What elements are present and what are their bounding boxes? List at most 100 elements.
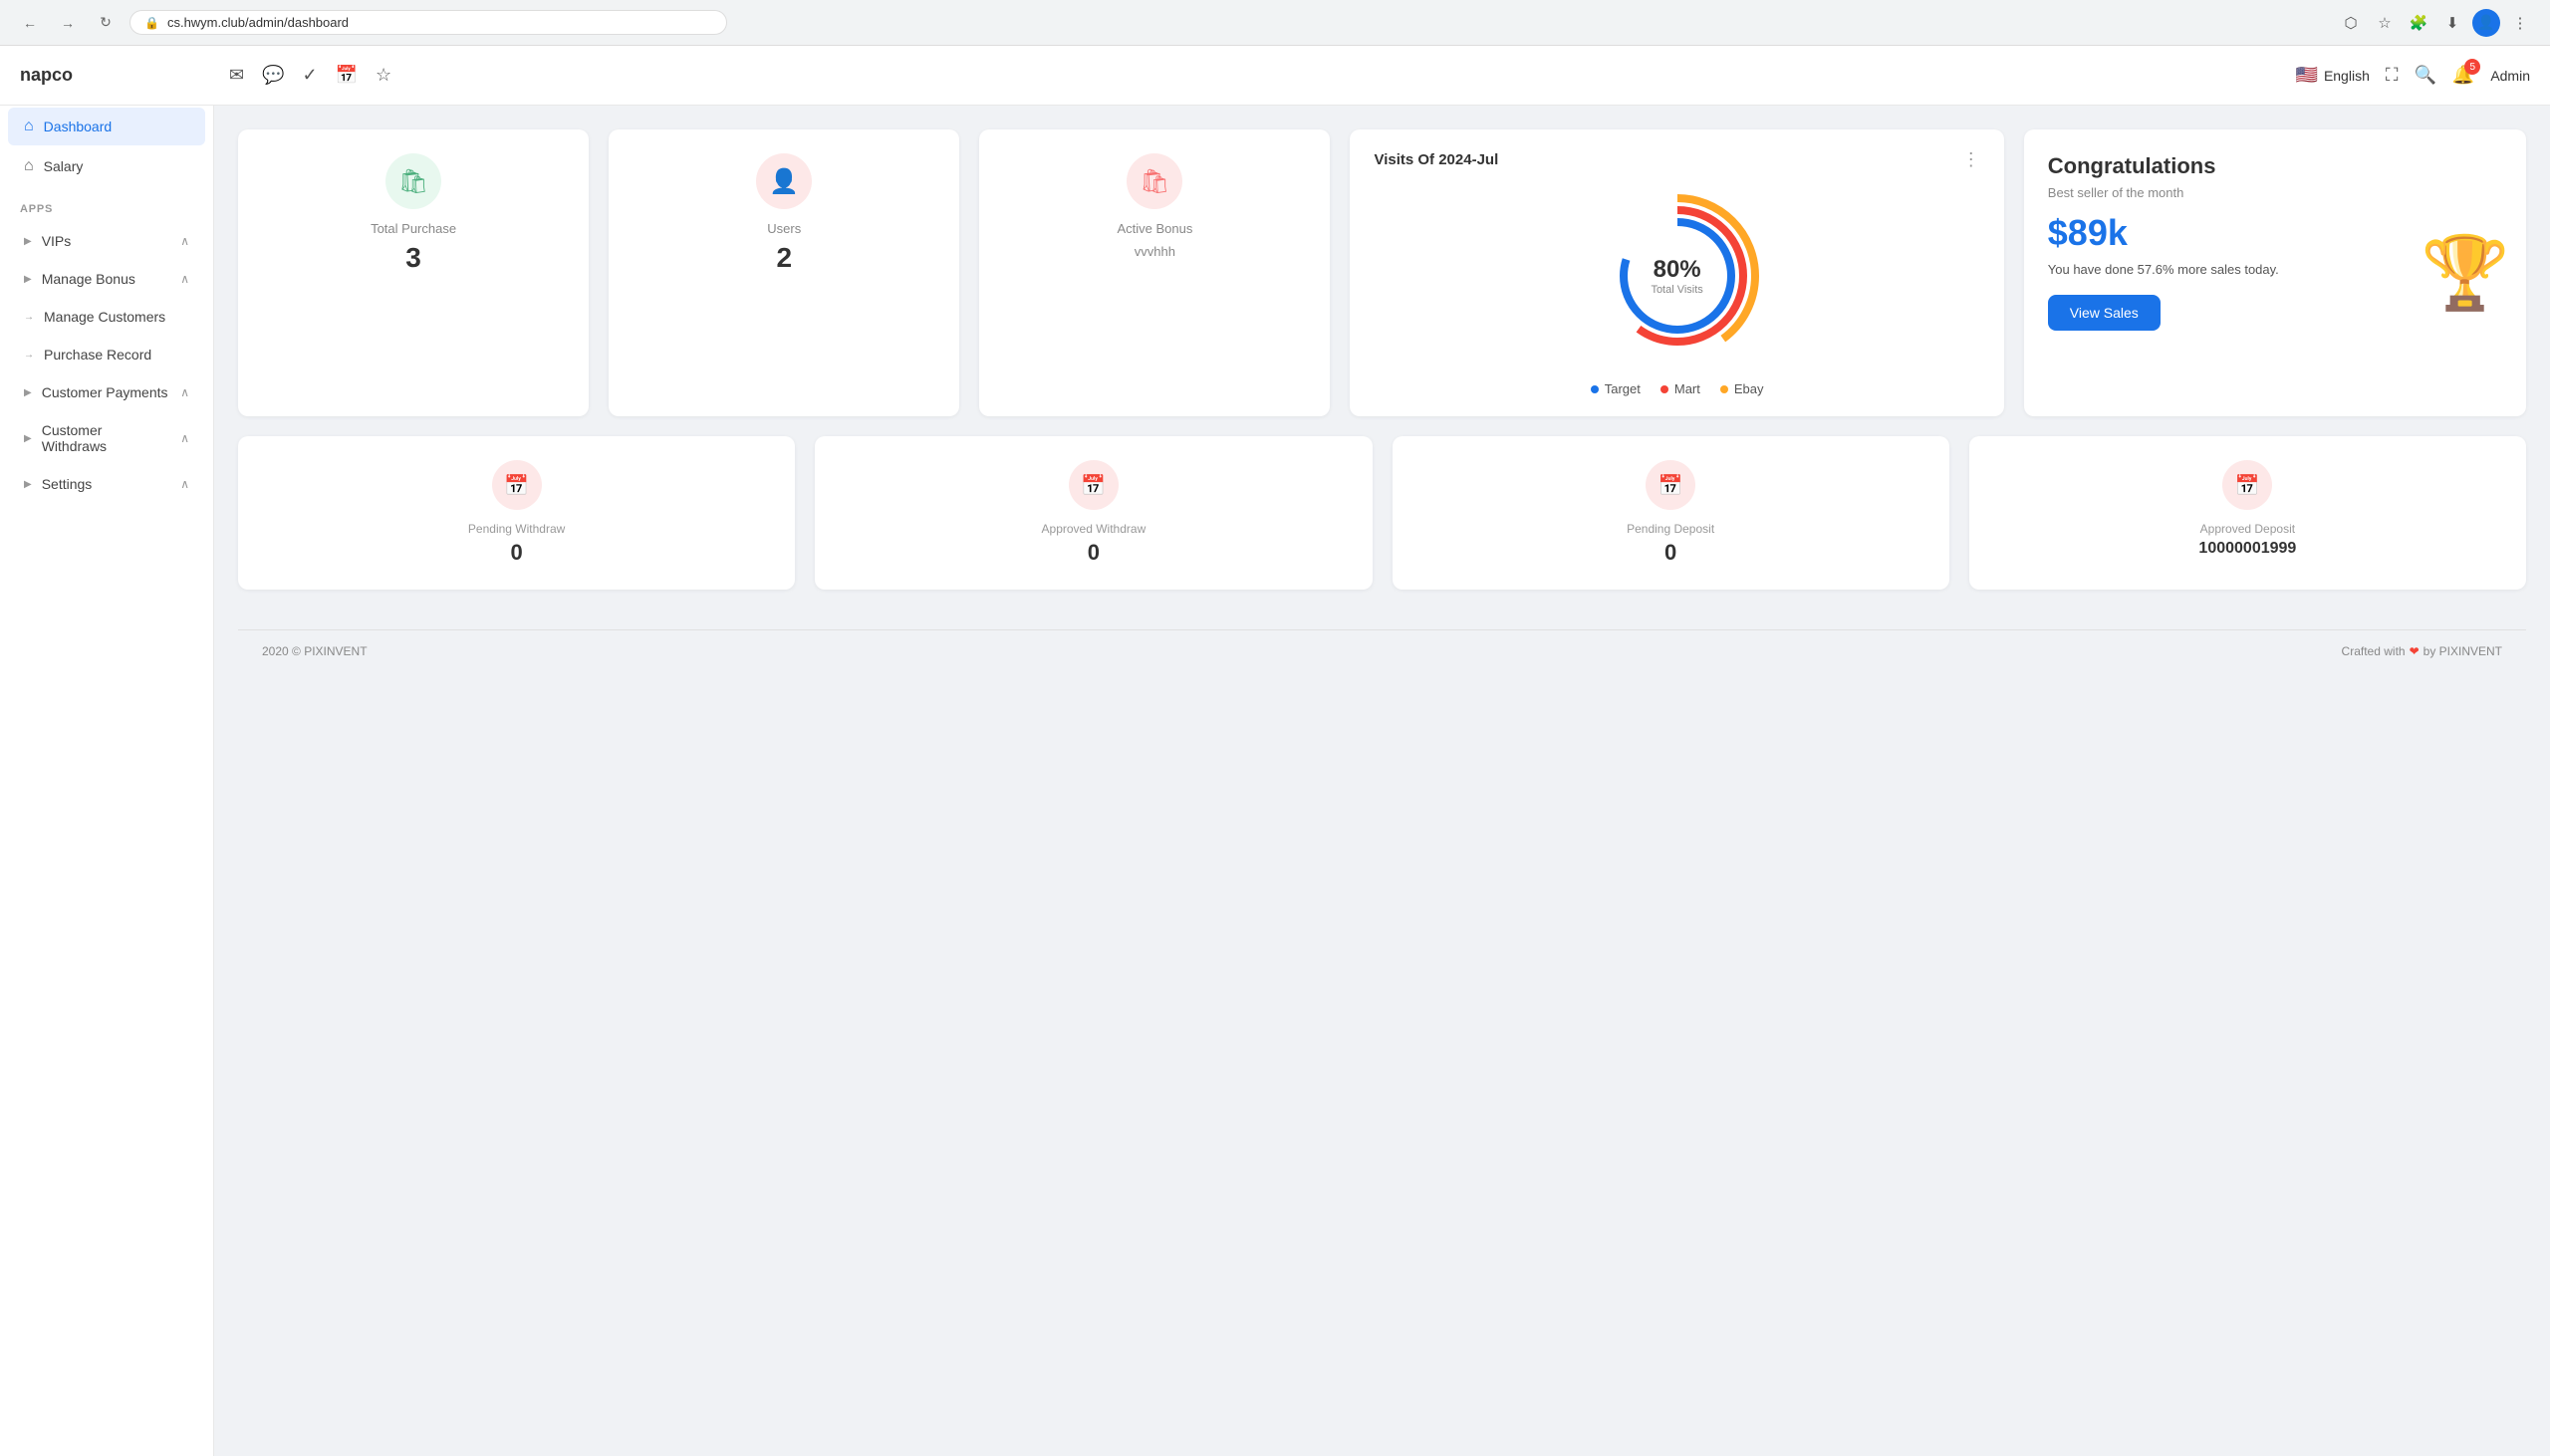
sidebar-item-manage-customers[interactable]: → Manage Customers: [8, 299, 205, 335]
sidebar-item-label: Purchase Record: [44, 347, 189, 363]
congratulations-card: Congratulations Best seller of the month…: [2024, 129, 2526, 416]
active-bonus-card: 🛍 Active Bonus vvvhhh: [979, 129, 1330, 416]
shopping-bag-icon: 🛍: [398, 167, 428, 196]
sidebar-item-manage-bonus[interactable]: ▶ Manage Bonus ∧: [8, 261, 205, 297]
language-selector[interactable]: 🇺🇸 English: [2296, 65, 2370, 86]
chevron-up-icon: ∧: [180, 385, 189, 399]
play-icon: ▶: [24, 479, 32, 490]
approved-deposit-icon-circle: 📅: [2222, 460, 2272, 510]
address-bar[interactable]: 🔒 cs.hwym.club/admin/dashboard: [129, 10, 727, 35]
approved-withdraw-label: Approved Withdraw: [1042, 522, 1147, 536]
header-icons: ✉ 💬 ✓ 📅 ☆: [229, 65, 2296, 86]
more-button[interactable]: ⋮: [2506, 9, 2534, 37]
ebay-label: Ebay: [1734, 381, 1764, 396]
reload-button[interactable]: ↻: [92, 9, 120, 37]
total-purchase-value: 3: [405, 242, 421, 274]
pending-deposit-value: 0: [1664, 540, 1676, 566]
mail-icon[interactable]: ✉: [229, 65, 244, 86]
chart-menu-button[interactable]: ⋮: [1962, 149, 1980, 170]
profile-button[interactable]: 👤: [2472, 9, 2500, 37]
sidebar-item-purchase-record[interactable]: → Purchase Record: [8, 337, 205, 372]
approved-deposit-label: Approved Deposit: [2200, 522, 2295, 536]
play-icon: ▶: [24, 274, 32, 285]
home-icon: ⌂: [24, 118, 34, 135]
chat-icon[interactable]: 💬: [262, 65, 284, 86]
mart-dot: [1660, 385, 1668, 393]
calendar-icon: 📅: [1081, 473, 1106, 498]
approved-deposit-card: 📅 Approved Deposit 10000001999: [1969, 436, 2526, 590]
footer: 2020 © PIXINVENT Crafted with ❤ by PIXIN…: [238, 629, 2526, 672]
mart-label: Mart: [1674, 381, 1700, 396]
play-icon: ▶: [24, 433, 32, 444]
chart-title: Visits Of 2024-Jul: [1374, 151, 1498, 168]
chart-header: Visits Of 2024-Jul ⋮: [1374, 149, 1979, 170]
brand-name: napco: [20, 65, 229, 86]
target-dot: [1591, 385, 1599, 393]
sidebar-item-label: Settings: [42, 476, 171, 492]
chevron-up-icon: ∧: [180, 234, 189, 248]
pending-withdraw-card: 📅 Pending Withdraw 0: [238, 436, 795, 590]
calendar-icon[interactable]: 📅: [336, 65, 358, 86]
salary-icon: ⌂: [24, 157, 34, 175]
donut-percent: 80%: [1651, 256, 1702, 284]
browser-chrome: ← → ↻ 🔒 cs.hwym.club/admin/dashboard ⬡ ☆…: [0, 0, 2550, 46]
play-icon: ▶: [24, 387, 32, 398]
sidebar-item-label: Dashboard: [44, 119, 189, 134]
apps-section-label: APPS: [0, 187, 213, 221]
sidebar-item-customer-payments[interactable]: ▶ Customer Payments ∧: [8, 374, 205, 410]
donut-chart: 80% Total Visits: [1588, 186, 1767, 365]
download-button[interactable]: ⬇: [2438, 9, 2466, 37]
sidebar-item-label: Customer Payments: [42, 384, 171, 400]
sidebar-item-customer-withdraws[interactable]: ▶ Customer Withdraws ∧: [8, 412, 205, 464]
legend-mart: Mart: [1660, 381, 1700, 396]
lock-icon: 🔒: [144, 16, 159, 30]
pending-withdraw-label: Pending Withdraw: [468, 522, 565, 536]
total-purchase-card: 🛍 Total Purchase 3: [238, 129, 589, 416]
chart-area: 80% Total Visits Target Mart: [1374, 186, 1979, 396]
notification-badge: 5: [2464, 59, 2480, 75]
bookmark-button[interactable]: ☆: [2371, 9, 2399, 37]
visits-chart-card: Visits Of 2024-Jul ⋮: [1350, 129, 2003, 416]
footer-right: Crafted with ❤ by PIXINVENT: [2342, 644, 2502, 658]
sidebar-item-salary[interactable]: ⌂ Salary: [8, 147, 205, 185]
forward-button[interactable]: →: [54, 9, 82, 37]
arrow-right-icon: →: [24, 312, 34, 323]
extensions-button[interactable]: 🧩: [2405, 9, 2432, 37]
legend-ebay: Ebay: [1720, 381, 1764, 396]
top-cards-row: 🛍 Total Purchase 3 👤 Users 2 🛍: [238, 129, 2526, 416]
active-bonus-label: Active Bonus: [1117, 221, 1192, 236]
notification-wrapper: 🔔 5: [2452, 65, 2474, 86]
copyright-text: 2020 © PIXINVENT: [262, 644, 368, 658]
active-bonus-icon-circle: 🛍: [1127, 153, 1182, 209]
approved-withdraw-card: 📅 Approved Withdraw 0: [815, 436, 1372, 590]
page-content: 🛍 Total Purchase 3 👤 Users 2 🛍: [214, 106, 2550, 1456]
trophy-illustration: 🏆: [2421, 231, 2510, 316]
donut-label: Total Visits: [1651, 284, 1702, 296]
bottom-cards-row: 📅 Pending Withdraw 0 📅 Approved Withdraw…: [238, 436, 2526, 590]
user-icon: 👤: [769, 167, 799, 196]
star-icon[interactable]: ☆: [376, 65, 391, 86]
chevron-up-icon: ∧: [180, 431, 189, 445]
sidebar-item-dashboard[interactable]: ⌂ Dashboard: [8, 108, 205, 145]
sidebar-item-vips[interactable]: ▶ VIPs ∧: [8, 223, 205, 259]
by-text: by PIXINVENT: [2423, 644, 2502, 658]
fullscreen-button[interactable]: ⛶: [2386, 65, 2399, 86]
app-wrapper: napco ✉ 💬 ✓ 📅 ☆ 🇺🇸 English ⛶ 🔍 🔔 5 Admin: [0, 46, 2550, 1456]
check-icon[interactable]: ✓: [303, 65, 318, 86]
calendar-icon: 📅: [504, 473, 529, 498]
url-text: cs.hwym.club/admin/dashboard: [167, 15, 349, 30]
congrats-subtitle: Best seller of the month: [2048, 185, 2502, 200]
crafted-text: Crafted with: [2342, 644, 2406, 658]
sidebar-item-label: VIPs: [42, 233, 171, 249]
cast-button[interactable]: ⬡: [2337, 9, 2365, 37]
chevron-up-icon: ∧: [180, 477, 189, 491]
sidebar-item-settings[interactable]: ▶ Settings ∧: [8, 466, 205, 502]
pending-withdraw-icon-circle: 📅: [492, 460, 542, 510]
back-button[interactable]: ←: [16, 9, 44, 37]
search-button[interactable]: 🔍: [2414, 65, 2435, 86]
view-sales-button[interactable]: View Sales: [2048, 295, 2161, 331]
heart-icon: ❤: [2410, 644, 2420, 658]
language-label: English: [2324, 68, 2370, 84]
chevron-up-icon: ∧: [180, 272, 189, 286]
top-header: napco ✉ 💬 ✓ 📅 ☆ 🇺🇸 English ⛶ 🔍 🔔 5 Admin: [0, 46, 2550, 106]
